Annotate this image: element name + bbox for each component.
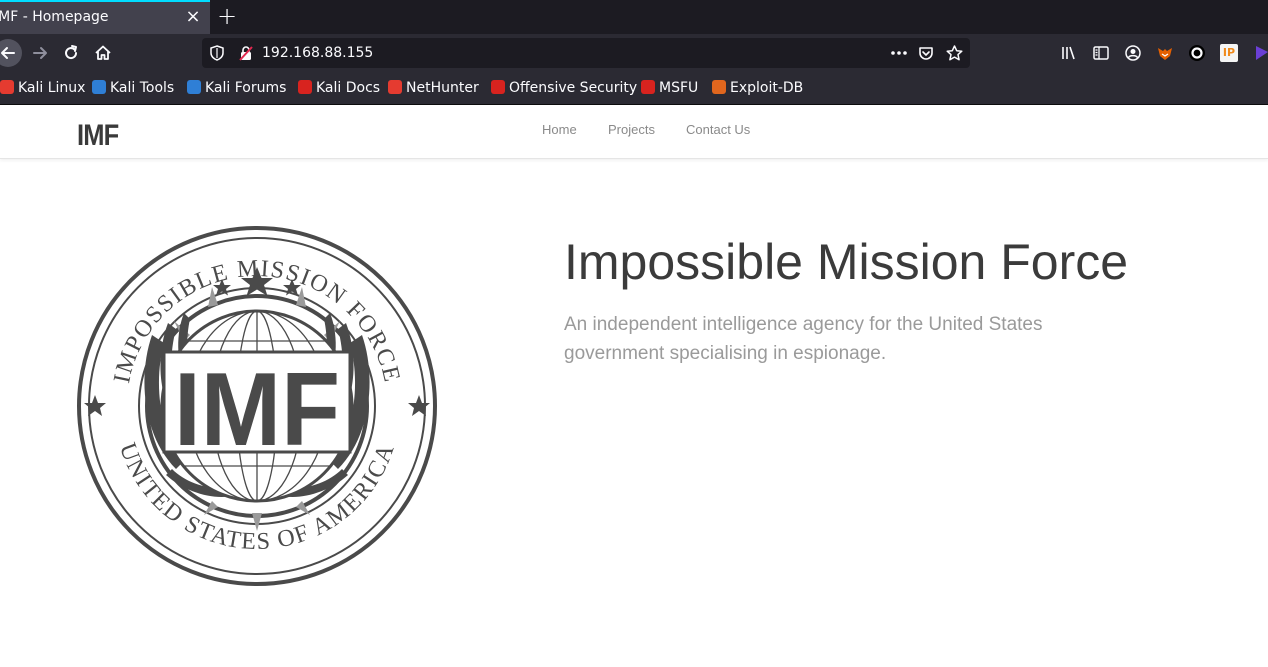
new-tab-button[interactable]: + (216, 4, 238, 28)
bookmark-kali-docs[interactable]: Kali Docs (298, 80, 380, 98)
pocket-icon[interactable] (918, 45, 934, 61)
account-icon[interactable] (1124, 44, 1142, 62)
forward-button[interactable] (26, 39, 54, 67)
bookmark-offensive-security[interactable]: Offensive Security (491, 80, 637, 98)
site-header: IMF Home Projects Contact Us (0, 105, 1268, 159)
seal-center-text: IMF (174, 352, 340, 468)
back-arrow-icon (1, 47, 15, 59)
more-actions-icon[interactable] (890, 50, 908, 56)
web-page: IMF Home Projects Contact Us IMPOSSIBLE … (0, 105, 1268, 667)
reload-icon (65, 45, 78, 60)
exploit-db-icon (712, 80, 726, 94)
tab-title: IMF - Homepage (0, 9, 109, 25)
bookmark-kali-tools[interactable]: Kali Tools (92, 80, 174, 98)
bookmark-label: NetHunter (406, 80, 479, 96)
bookmark-label: Exploit-DB (730, 80, 804, 96)
bookmark-kali-forums[interactable]: Kali Forums (187, 80, 286, 98)
reload-button[interactable] (57, 39, 85, 67)
bookmark-label: Kali Forums (205, 80, 287, 96)
bookmark-exploit-db[interactable]: Exploit-DB (712, 80, 803, 98)
address-bar[interactable]: 192.168.88.155 (202, 38, 970, 68)
circle-extension-icon[interactable] (1188, 44, 1206, 62)
site-logo[interactable]: IMF (77, 119, 119, 153)
nethunter-icon (388, 80, 402, 94)
bookmark-label: Kali Linux (18, 80, 86, 96)
ip-extension-icon[interactable]: IP (1220, 44, 1238, 62)
nav-link-projects[interactable]: Projects (608, 122, 655, 137)
home-button[interactable] (89, 39, 117, 67)
offsec-icon (491, 80, 505, 94)
active-tab[interactable]: IMF - Homepage × (0, 0, 210, 34)
insecure-lock-icon[interactable] (238, 45, 254, 61)
bookmark-star-icon[interactable] (946, 45, 963, 61)
nav-link-home[interactable]: Home (542, 122, 577, 137)
hero-title: Impossible Mission Force (564, 234, 1129, 290)
bookmark-label: Offensive Security (509, 80, 638, 96)
seal-star-right-icon (408, 395, 430, 416)
navigation-toolbar: 192.168.88.155 IP (0, 34, 1268, 72)
purple-extension-icon[interactable] (1252, 44, 1268, 62)
library-icon[interactable] (1060, 44, 1078, 62)
bookmark-label: MSFU (659, 80, 699, 96)
msfu-icon (641, 80, 655, 94)
kali-dragon-icon (0, 80, 14, 94)
bookmark-msfu[interactable]: MSFU (641, 80, 698, 98)
kali-tools-icon (92, 80, 106, 94)
home-icon (95, 45, 111, 60)
url-text[interactable]: 192.168.88.155 (262, 45, 373, 61)
foxyproxy-extension-icon[interactable] (1156, 44, 1174, 62)
shield-icon[interactable] (210, 45, 224, 61)
bookmark-label: Kali Docs (316, 80, 381, 96)
sidebar-icon[interactable] (1092, 44, 1110, 62)
hero-description: An independent intelligence agency for t… (564, 314, 1043, 364)
tab-strip: IMF - Homepage × + (0, 0, 1268, 34)
kali-forums-icon (187, 80, 201, 94)
imf-seal-emblem: IMPOSSIBLE MISSION FORCE UNITED STATES O… (77, 226, 437, 586)
nav-link-contact-us[interactable]: Contact Us (686, 122, 750, 137)
forward-arrow-icon (33, 47, 47, 59)
bookmark-label: Kali Tools (110, 80, 175, 96)
bookmarks-toolbar: Kali Linux Kali Tools Kali Forums Kali Docs… (0, 72, 1268, 105)
kali-docs-icon (298, 80, 312, 94)
tab-close-button[interactable]: × (184, 8, 202, 26)
back-button[interactable] (0, 39, 22, 67)
seal-star-left-icon (84, 395, 106, 416)
bookmark-nethunter[interactable]: NetHunter (388, 80, 479, 98)
bookmark-kali-linux[interactable]: Kali Linux (0, 80, 85, 98)
